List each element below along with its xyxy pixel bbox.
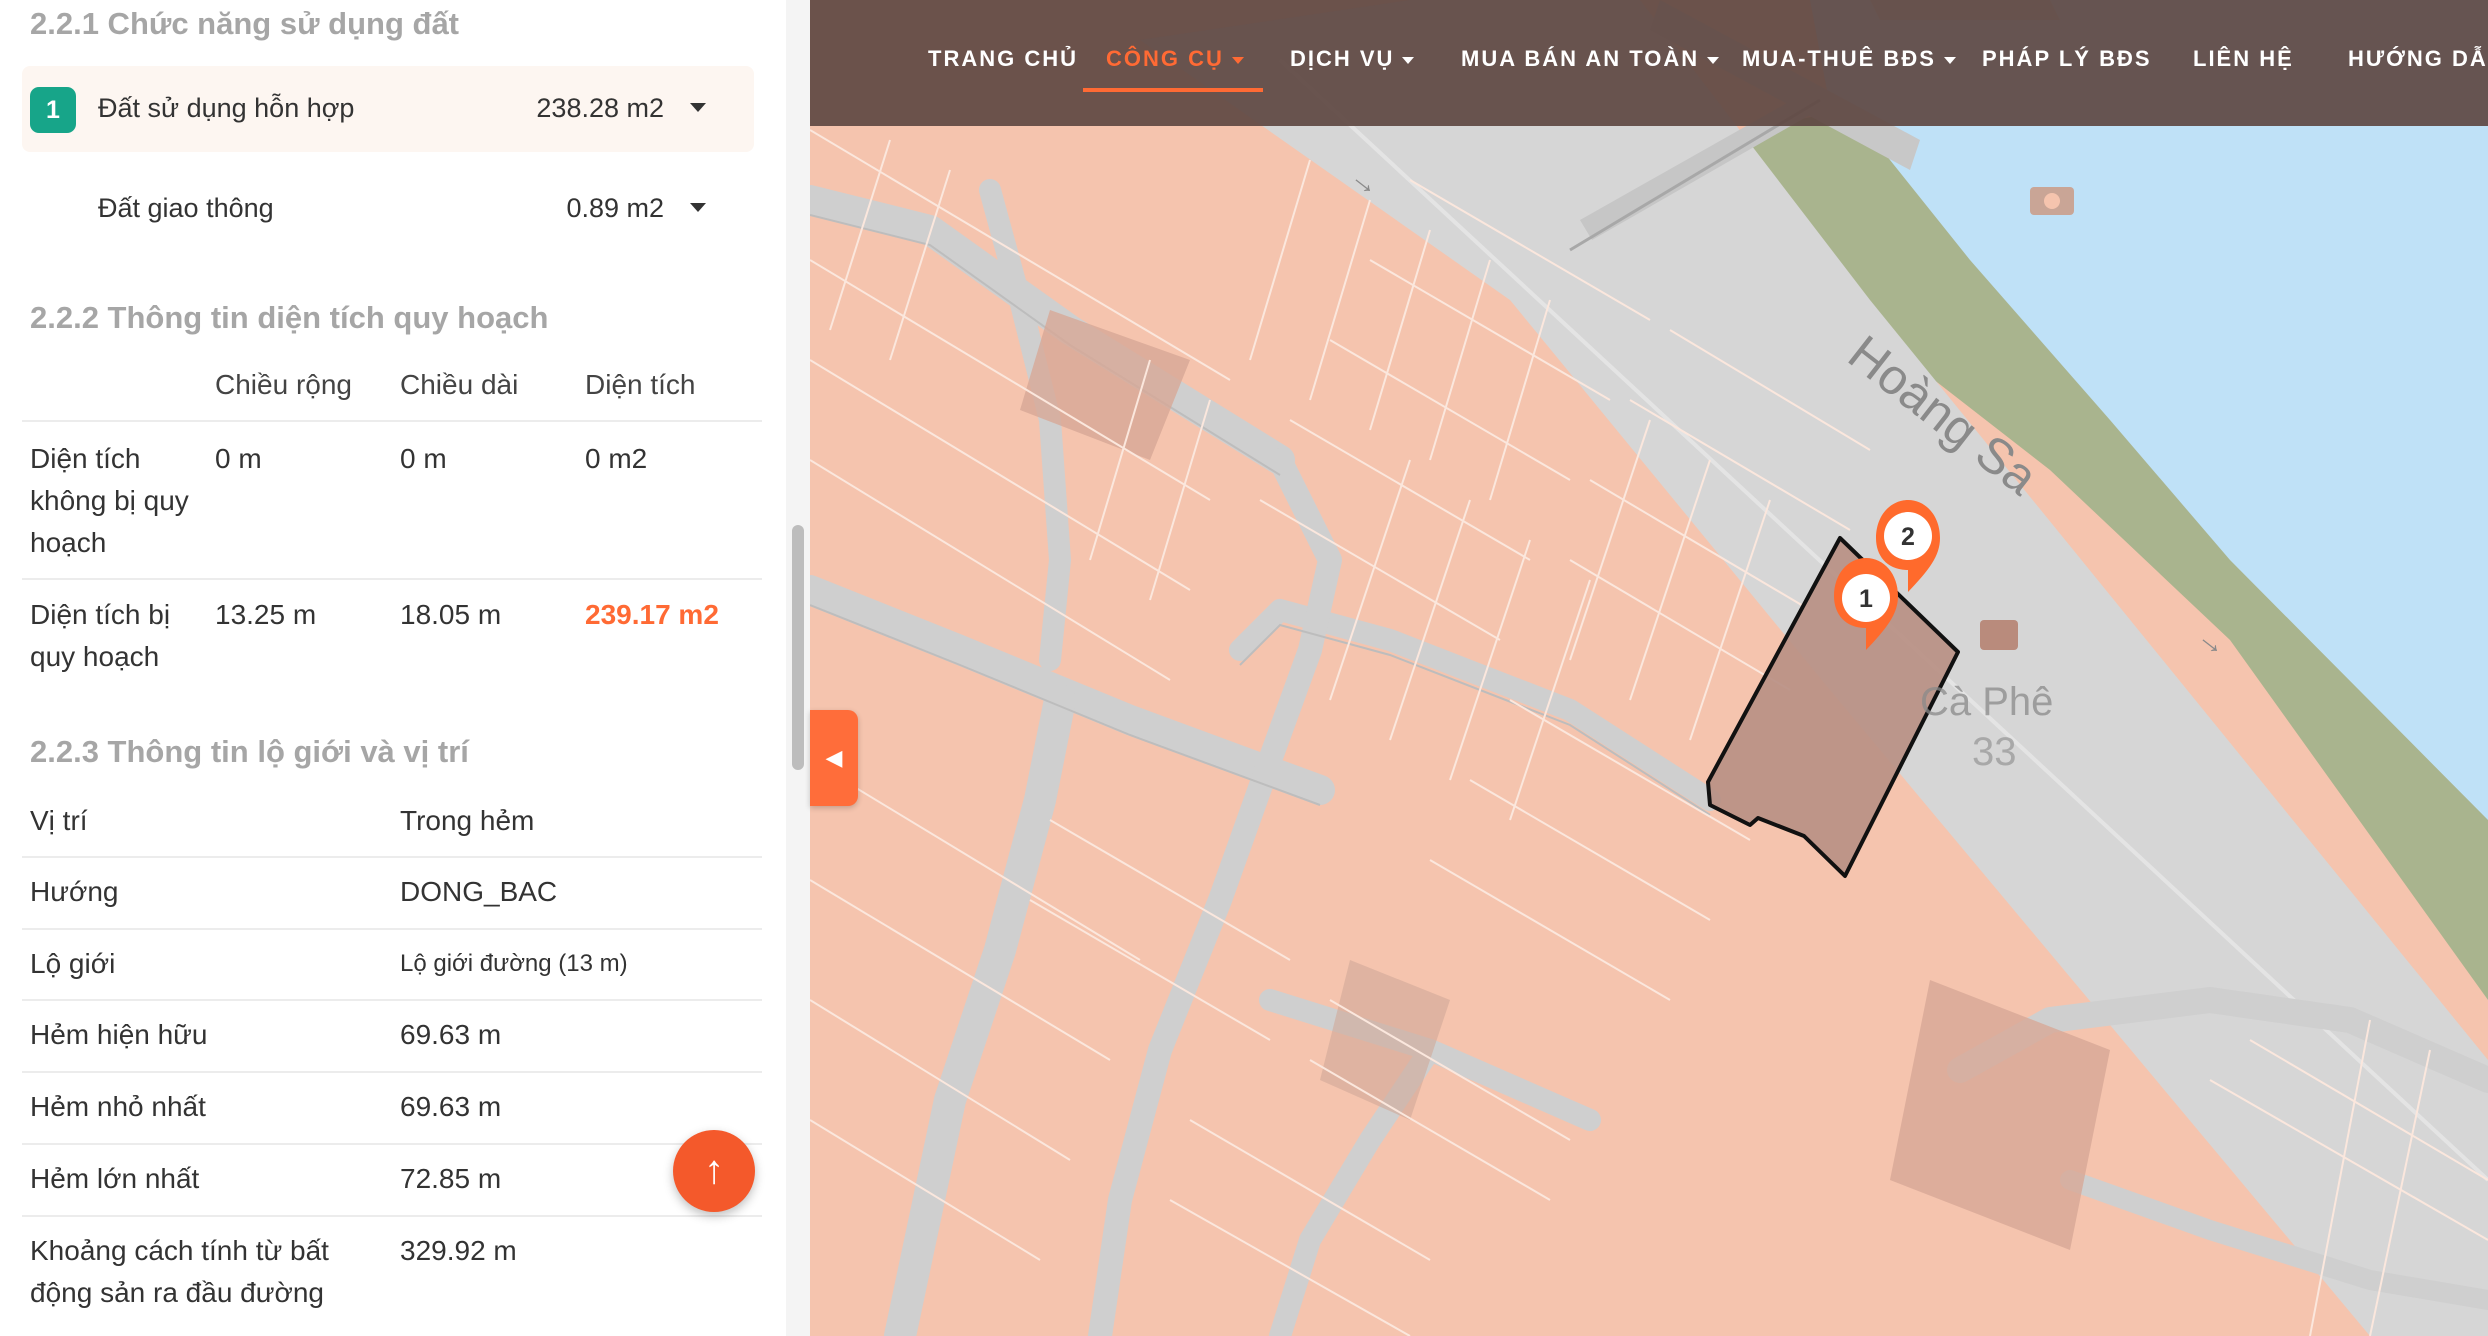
info-value: Trong hẻm [400, 805, 535, 836]
land-use-area: 0.89 m2 [566, 193, 664, 223]
length-value: 0 m [400, 443, 447, 474]
nav-item-guide[interactable]: HƯỚNG DẪN [2348, 46, 2488, 72]
chevron-down-icon[interactable] [690, 103, 706, 112]
info-label: Hẻm hiện hữu [30, 1019, 208, 1050]
active-nav-indicator [1083, 88, 1263, 92]
info-label: Lộ giới [30, 948, 116, 979]
nav-label: LIÊN HỆ [2193, 46, 2294, 71]
info-value: 69.63 m [400, 1091, 502, 1122]
land-use-name: Đất giao thông [98, 193, 274, 223]
row-label-line: Diện tích [30, 443, 141, 474]
info-label: Khoảng cách tính từ bất [30, 1235, 329, 1266]
collapse-panel-button[interactable]: ◀ [810, 710, 858, 806]
nav-item-legal[interactable]: PHÁP LÝ BĐS [1982, 46, 2152, 72]
info-value: 329.92 m [400, 1235, 517, 1266]
chevron-down-icon [1402, 56, 1415, 64]
info-value: Lộ giới đường (13 m) [400, 950, 628, 977]
land-use-area: 238.28 m2 [536, 93, 664, 123]
column-header-width: Chiều rộng [215, 369, 352, 400]
chevron-down-icon [1231, 56, 1244, 64]
nav-item-tools[interactable]: CÔNG CỤ [1106, 46, 1244, 72]
road-info-section-title: 2.2.3 Thông tin lộ giới và vị trí [30, 734, 469, 769]
info-label: Hẻm lớn nhất [30, 1163, 200, 1194]
divider [22, 420, 762, 422]
land-use-index-badge: 1 [30, 87, 76, 133]
divider [22, 928, 762, 930]
divider [22, 578, 762, 580]
map-canvas[interactable]: Cà Phê 33 Hoàng Sa → → 2 1 [810, 0, 2488, 1336]
row-label-line: quy hoạch [30, 641, 160, 672]
info-label: Hướng [30, 876, 119, 907]
property-info-panel: 2.2.1 Chức năng sử dụng đất 1 Đất sử dụn… [0, 0, 810, 1336]
row-label-line: hoạch [30, 527, 107, 558]
divider [22, 856, 762, 858]
nav-label: PHÁP LÝ BĐS [1982, 46, 2152, 71]
planning-area-section-title: 2.2.2 Thông tin diện tích quy hoạch [30, 300, 549, 335]
divider [22, 999, 762, 1001]
nav-label: TRANG CHỦ [928, 46, 1078, 71]
land-use-item[interactable]: 1 Đất sử dụng hỗn hợp 238.28 m2 [22, 66, 754, 152]
info-value: DONG_BAC [400, 876, 558, 907]
divider [22, 1215, 762, 1217]
nav-item-services[interactable]: DỊCH VỤ [1290, 46, 1415, 72]
info-label: Hẻm nhỏ nhất [30, 1091, 206, 1122]
info-value: 72.85 m [400, 1163, 502, 1194]
cafe-icon [1980, 620, 2018, 650]
nav-item-safe-trading[interactable]: MUA BÁN AN TOÀN [1461, 46, 1720, 72]
nav-label: MUA BÁN AN TOÀN [1461, 46, 1700, 71]
area-value: 0 m2 [585, 443, 648, 474]
divider [22, 1071, 762, 1073]
divider [22, 1143, 762, 1145]
nav-label: DỊCH VỤ [1290, 46, 1395, 71]
scrollbar-thumb[interactable] [792, 525, 804, 770]
marker-number: 1 [1859, 585, 1873, 613]
nav-label: CÔNG CỤ [1106, 46, 1224, 71]
back-to-top-button[interactable]: ↑ [673, 1130, 755, 1212]
planned-area-value: 239.17 m2 [585, 599, 719, 630]
length-value: 18.05 m [400, 599, 502, 630]
column-header-length: Chiều dài [400, 369, 519, 400]
column-header-area: Diện tích [585, 369, 696, 400]
nav-item-home[interactable]: TRANG CHỦ [928, 46, 1078, 72]
land-use-name: Đất sử dụng hỗn hợp [98, 93, 355, 123]
info-label: động sản ra đầu đường [30, 1277, 324, 1308]
row-label-line: Diện tích bị [30, 599, 171, 630]
row-label-line: không bị quy [30, 485, 189, 516]
poi-name-label: Cà Phê [1920, 680, 2053, 724]
marker-number: 2 [1901, 523, 1915, 551]
width-value: 0 m [215, 443, 262, 474]
chevron-down-icon[interactable] [690, 203, 706, 212]
nav-item-contact[interactable]: LIÊN HỆ [2193, 46, 2294, 72]
nav-label: MUA-THUÊ BĐS [1742, 46, 1936, 71]
chevron-down-icon [1943, 56, 1956, 64]
map-view[interactable]: Cà Phê 33 Hoàng Sa → → 2 1 [810, 0, 2488, 1336]
arrow-up-icon: ↑ [704, 1148, 724, 1192]
width-value: 13.25 m [215, 599, 317, 630]
land-use-section-title: 2.2.1 Chức năng sử dụng đất [30, 6, 460, 41]
nav-item-buy-rent[interactable]: MUA-THUÊ BĐS [1742, 46, 1956, 72]
caret-left-icon: ◀ [825, 745, 843, 770]
info-label: Vị trí [30, 805, 88, 836]
chevron-down-icon [1707, 56, 1720, 64]
nav-label: HƯỚNG DẪN [2348, 46, 2488, 71]
info-value: 69.63 m [400, 1019, 502, 1050]
poi-number-label: 33 [1972, 730, 2017, 774]
land-use-item[interactable]: Đất giao thông 0.89 m2 [22, 166, 754, 252]
